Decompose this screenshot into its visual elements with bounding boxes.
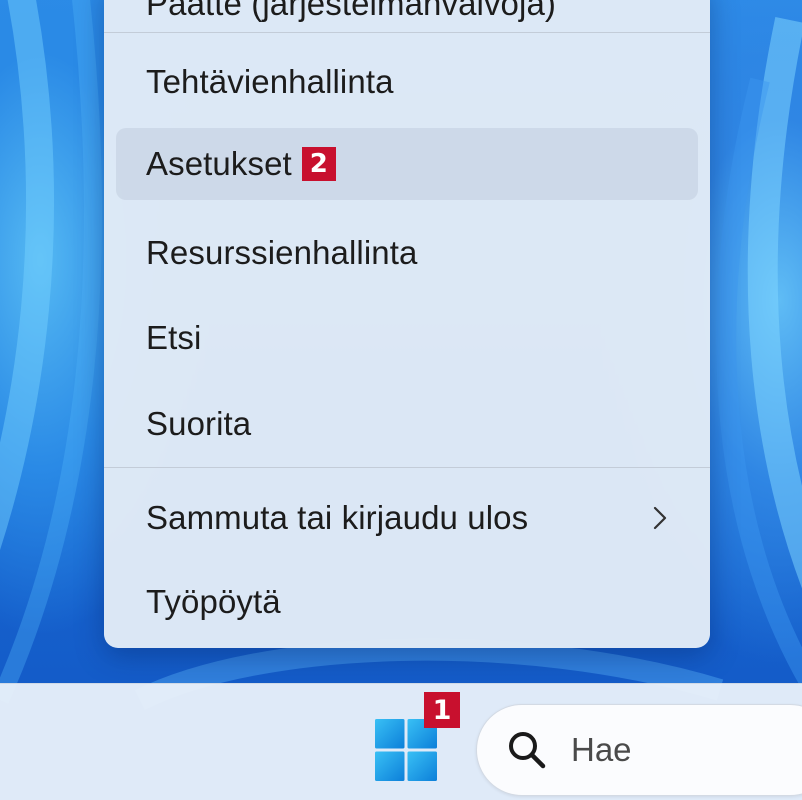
menu-item-label: Asetukset	[146, 145, 292, 182]
step-badge: 2	[301, 147, 336, 181]
menu-item-settings[interactable]: Asetukset 2	[116, 128, 698, 200]
menu-item-task-manager[interactable]: Tehtävienhallinta	[116, 46, 698, 118]
menu-item-shutdown-signout[interactable]: Sammuta tai kirjaudu ulos	[116, 482, 698, 554]
taskbar	[0, 683, 802, 800]
menu-item-desktop[interactable]: Työpöytä	[116, 566, 698, 638]
menu-item-search[interactable]: Etsi	[116, 302, 698, 374]
menu-item-label: Suorita	[146, 405, 252, 442]
menu-separator	[104, 467, 710, 468]
start-context-menu: Päätte (järjestelmänvalvoja) Tehtävienha…	[104, 0, 710, 648]
step-badge: 1	[424, 692, 460, 728]
menu-separator	[104, 32, 710, 33]
chevron-right-icon	[653, 506, 667, 530]
menu-item-label: Etsi	[146, 319, 202, 356]
menu-item-terminal-admin[interactable]: Päätte (järjestelmänvalvoja)	[116, 0, 698, 40]
menu-item-label: Päätte (järjestelmänvalvoja)	[146, 0, 556, 22]
menu-item-label: Työpöytä	[146, 583, 281, 620]
search-input[interactable]	[571, 731, 771, 769]
menu-item-label: Resurssienhallinta	[146, 234, 418, 271]
menu-item-run[interactable]: Suorita	[116, 388, 698, 460]
menu-item-label: Sammuta tai kirjaudu ulos	[146, 499, 529, 536]
search-icon	[509, 732, 546, 769]
menu-item-label: Tehtävienhallinta	[146, 63, 394, 100]
menu-item-file-explorer[interactable]: Resurssienhallinta	[116, 217, 698, 289]
taskbar-search-box[interactable]	[476, 704, 802, 796]
